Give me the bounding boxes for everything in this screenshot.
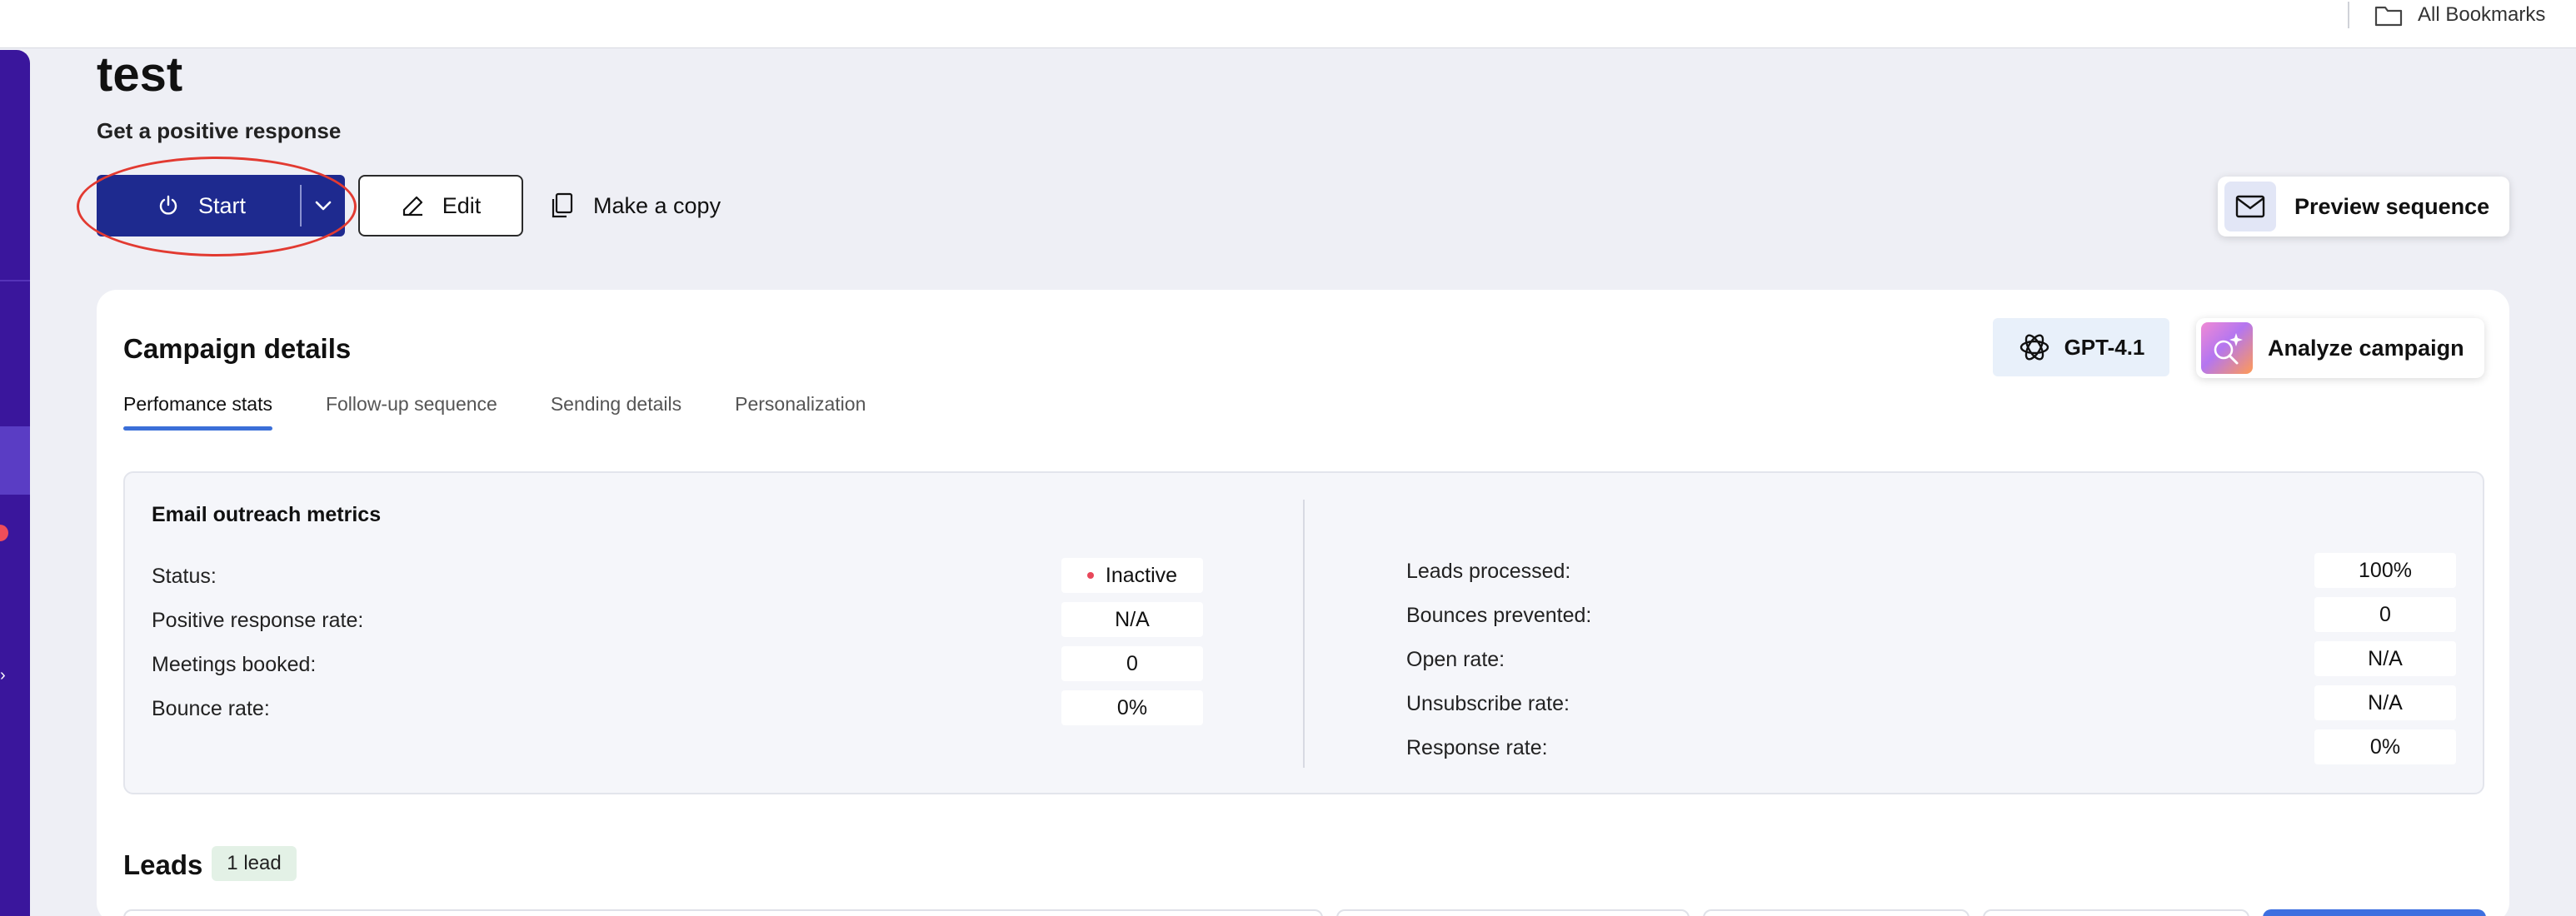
metric-value: N/A	[2314, 641, 2456, 676]
campaign-details-card: Campaign details GPT-4.1 Analyze campaig…	[97, 290, 2509, 916]
preview-sequence-button[interactable]: Preview sequence	[2218, 177, 2509, 236]
leads-primary-button[interactable]	[2263, 909, 2486, 916]
metric-value: 100%	[2314, 553, 2456, 588]
leads-filter-select[interactable]	[1703, 909, 1969, 916]
metrics-title: Email outreach metrics	[152, 503, 382, 526]
notification-dot	[0, 525, 8, 541]
metric-value: 0	[1061, 646, 1203, 681]
sparkle-search-icon	[2201, 322, 2253, 374]
page-subtitle: Get a positive response	[97, 118, 342, 143]
metric-label: Leads processed:	[1406, 560, 1571, 583]
all-bookmarks-button[interactable]: All Bookmarks	[2374, 0, 2545, 30]
sidebar-divider	[0, 280, 30, 281]
leads-search-input[interactable]	[123, 909, 1323, 916]
bookmarks-bar: All Bookmarks	[0, 0, 2576, 48]
make-copy-button[interactable]: Make a copy	[550, 175, 721, 236]
tab-follow-up-sequence[interactable]: Follow-up sequence	[326, 393, 497, 431]
email-outreach-metrics-panel: Email outreach metrics Status: Inactive …	[123, 471, 2484, 794]
metric-label: Positive response rate:	[152, 609, 364, 632]
copy-icon	[550, 192, 573, 219]
folder-icon	[2374, 2, 2403, 27]
pencil-icon	[401, 193, 426, 218]
tab-sending-details[interactable]: Sending details	[551, 393, 681, 431]
edit-button[interactable]: Edit	[358, 175, 523, 236]
metric-label: Status:	[152, 565, 217, 588]
metric-value: N/A	[1061, 602, 1203, 637]
tab-performance-stats[interactable]: Perfomance stats	[123, 393, 272, 431]
left-sidebar: ›	[0, 50, 30, 916]
status-value: Inactive	[1105, 563, 1178, 587]
metric-label: Response rate:	[1406, 736, 1548, 759]
leads-filter-select[interactable]	[1336, 909, 1690, 916]
leads-count-badge: 1 lead	[212, 846, 297, 881]
highlight-annotation	[77, 157, 357, 256]
envelope-icon	[2224, 182, 2276, 231]
metric-label: Bounces prevented:	[1406, 604, 1592, 627]
tab-personalization[interactable]: Personalization	[735, 393, 866, 431]
campaign-details-title: Campaign details	[123, 333, 352, 364]
make-copy-label: Make a copy	[593, 192, 721, 218]
leads-filter-select[interactable]	[1983, 909, 2249, 916]
status-dot-icon	[1086, 572, 1094, 579]
openai-icon	[2018, 331, 2051, 364]
expand-sidebar-icon[interactable]: ›	[0, 666, 6, 685]
edit-label: Edit	[442, 192, 482, 218]
metric-value: 0%	[2314, 729, 2456, 764]
leads-title: Leads	[123, 849, 203, 880]
metric-value: 0%	[1061, 690, 1203, 725]
campaign-tabs: Perfomance stats Follow-up sequence Send…	[123, 393, 866, 431]
analyze-campaign-label: Analyze campaign	[2268, 335, 2464, 361]
metric-value-status: Inactive	[1061, 558, 1203, 593]
sidebar-item-active[interactable]	[0, 426, 30, 495]
bookmarks-separator	[2348, 2, 2349, 28]
metric-label: Bounce rate:	[152, 697, 270, 720]
gpt-model-label: GPT-4.1	[2064, 334, 2145, 360]
metrics-divider	[1303, 500, 1305, 768]
metric-value: N/A	[2314, 685, 2456, 720]
metric-label: Unsubscribe rate:	[1406, 692, 1570, 715]
metric-label: Meetings booked:	[152, 653, 317, 676]
metric-label: Open rate:	[1406, 648, 1505, 671]
metric-value: 0	[2314, 597, 2456, 632]
gpt-model-button[interactable]: GPT-4.1	[1993, 318, 2169, 376]
page-title: test	[97, 47, 183, 102]
preview-sequence-label: Preview sequence	[2294, 193, 2490, 219]
all-bookmarks-label: All Bookmarks	[2418, 3, 2546, 26]
analyze-campaign-button[interactable]: Analyze campaign	[2196, 318, 2484, 378]
